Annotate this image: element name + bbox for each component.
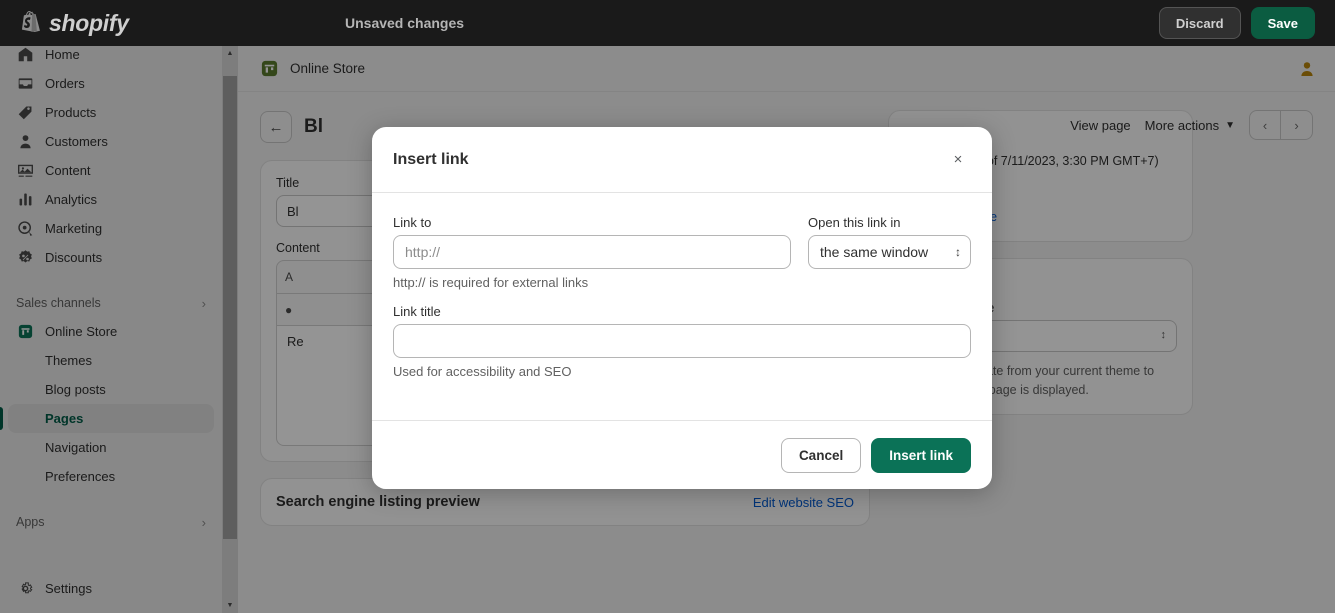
unsaved-changes-status: Unsaved changes bbox=[345, 15, 464, 31]
link-title-help-text: Used for accessibility and SEO bbox=[393, 364, 971, 379]
link-to-help-text: http:// is required for external links bbox=[393, 275, 971, 290]
select-caret-icon: ↕ bbox=[955, 246, 961, 258]
topbar-actions: Discard Save bbox=[1159, 0, 1315, 46]
save-button[interactable]: Save bbox=[1251, 7, 1315, 39]
modal-title: Insert link bbox=[393, 151, 469, 169]
close-icon[interactable]: × bbox=[945, 147, 971, 173]
shopify-logo[interactable]: shopify bbox=[20, 10, 270, 37]
link-title-group: Link title bbox=[393, 304, 971, 358]
open-in-group: Open this link in the same window ↕ bbox=[808, 215, 971, 269]
link-row: Link to Open this link in the same windo… bbox=[393, 215, 971, 269]
discard-button[interactable]: Discard bbox=[1159, 7, 1241, 39]
link-to-input[interactable] bbox=[393, 235, 791, 269]
shopify-bag-icon bbox=[20, 11, 42, 36]
open-in-value: the same window bbox=[820, 244, 928, 260]
link-to-group: Link to bbox=[393, 215, 791, 269]
modal-body: Link to Open this link in the same windo… bbox=[372, 193, 992, 420]
link-title-label: Link title bbox=[393, 304, 971, 319]
open-in-select[interactable]: the same window ↕ bbox=[808, 235, 971, 269]
top-bar: shopify Unsaved changes Discard Save bbox=[0, 0, 1335, 46]
modal-header: Insert link × bbox=[372, 127, 992, 193]
open-this-link-in-label: Open this link in bbox=[808, 215, 971, 230]
shopify-wordmark: shopify bbox=[49, 10, 129, 37]
insert-link-button[interactable]: Insert link bbox=[871, 438, 971, 473]
link-to-label: Link to bbox=[393, 215, 791, 230]
app-root: shopify Unsaved changes Discard Save Hom… bbox=[0, 0, 1335, 613]
link-title-input[interactable] bbox=[393, 324, 971, 358]
modal-footer: Cancel Insert link bbox=[372, 420, 992, 489]
insert-link-modal: Insert link × Link to Open this link in … bbox=[372, 127, 992, 489]
cancel-button[interactable]: Cancel bbox=[781, 438, 861, 473]
